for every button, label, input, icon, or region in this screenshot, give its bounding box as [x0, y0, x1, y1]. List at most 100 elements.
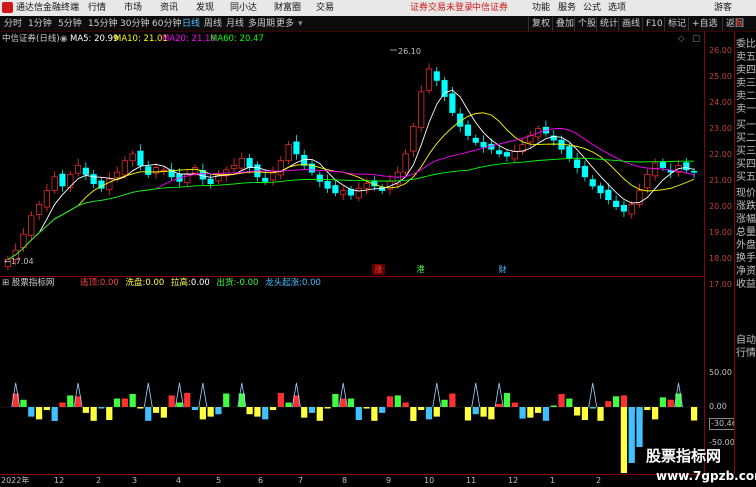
panel-item: 净资	[736, 266, 756, 277]
indicator-bar	[574, 407, 581, 416]
indicator-bar	[667, 399, 674, 407]
period-timeshare[interactable]: 分时	[4, 18, 22, 30]
period-more[interactable]: 更多	[276, 18, 294, 30]
indicator-bar	[464, 407, 472, 421]
indicator-bar	[480, 407, 487, 417]
menu-wealth-circle[interactable]: 财富圈	[274, 2, 301, 14]
add-favorite-button[interactable]: +自选	[688, 17, 721, 31]
period-30min[interactable]: 30分钟	[120, 18, 149, 30]
menu-formula[interactable]: 公式	[583, 2, 601, 14]
indicator-bar	[145, 407, 152, 421]
event-marker-finance[interactable]: 财	[496, 264, 509, 275]
event-marker-rise[interactable]: 涨	[372, 264, 385, 275]
indicator-bar	[620, 407, 628, 473]
menu-options[interactable]: 选项	[608, 2, 626, 14]
indicator-bar	[566, 398, 573, 407]
indicator-bar	[51, 407, 58, 421]
candle-body	[691, 170, 698, 173]
indicator-bar	[659, 397, 667, 407]
panel-item: 现价	[736, 188, 756, 199]
date-tick: 12	[54, 476, 65, 485]
high-price-label: 26.10	[398, 47, 421, 56]
period-weekly[interactable]: 周线	[204, 18, 222, 30]
period-15min[interactable]: 15分钟	[88, 18, 117, 30]
date-tick: 2022年	[1, 476, 30, 485]
adjust-button[interactable]: 复权	[528, 17, 553, 31]
period-5min[interactable]: 5分钟	[58, 18, 82, 30]
panel-item: 卖三	[736, 78, 756, 89]
panel-item[interactable]: 自动	[736, 334, 756, 347]
indicator-bar	[488, 407, 495, 420]
candle-body	[262, 177, 269, 182]
candle-body	[410, 125, 417, 152]
panel-item: 卖二	[736, 91, 756, 102]
indicator-bar	[90, 407, 97, 421]
indicator-bar	[254, 407, 261, 417]
indicator-bar	[511, 402, 518, 407]
event-marker-hk[interactable]: 港	[414, 264, 427, 275]
menu-service[interactable]: 服务	[558, 2, 576, 14]
candle-body	[316, 174, 323, 182]
app-name: 通达信金融终端	[16, 3, 80, 13]
candle-body	[441, 80, 448, 97]
indicator-bar	[581, 407, 589, 420]
menu-discover[interactable]: 发现	[196, 2, 214, 14]
menu-news[interactable]: 资讯	[160, 2, 178, 14]
menu-function[interactable]: 功能	[532, 2, 550, 14]
indicator-tick: 50.00	[709, 368, 732, 377]
indicator-bar	[394, 395, 401, 407]
candlestick-chart[interactable]: 26.10 17.04	[0, 32, 704, 276]
period-1min[interactable]: 1分钟	[28, 18, 52, 30]
leader-spike	[432, 382, 442, 408]
mark-button[interactable]: 标记	[664, 17, 689, 31]
period-60min[interactable]: 60分钟	[152, 18, 181, 30]
indicator-bar	[355, 407, 362, 420]
indicator-bar	[332, 393, 339, 407]
candle-body	[433, 71, 440, 81]
candle-body	[67, 174, 74, 188]
draw-line-button[interactable]: 画线	[618, 17, 643, 31]
indicator-bar	[246, 407, 253, 415]
broker-name[interactable]: 中信证券	[472, 2, 508, 14]
candle-body	[246, 158, 253, 168]
indicator-bar	[644, 407, 651, 410]
date-tick: 12	[508, 476, 519, 485]
candle-body	[191, 167, 199, 174]
menu-market[interactable]: 市场	[124, 2, 142, 14]
indicator-bar	[35, 407, 43, 420]
price-tick: 17.00	[709, 280, 732, 289]
candle-body	[574, 159, 581, 168]
price-tick: 26.00	[709, 46, 732, 55]
user-guest[interactable]: 游客	[714, 2, 732, 14]
indicator-bar	[191, 407, 199, 410]
watermark-url: www.7gpzb.com	[656, 469, 756, 483]
indicator-bar	[285, 402, 292, 407]
menu-tongxiaoda[interactable]: 同小达	[230, 2, 257, 14]
indicator-bar	[449, 393, 456, 407]
more-arrow-icon[interactable]: ▾	[298, 18, 303, 30]
panel-item[interactable]: 行情	[736, 347, 756, 360]
f10-button[interactable]: F10	[642, 17, 666, 31]
indicator-bar	[386, 396, 394, 407]
candle-body	[90, 174, 97, 185]
menu-quotes[interactable]: 行情	[88, 2, 106, 14]
indicator-bar	[301, 407, 308, 418]
indicator-chart[interactable]	[0, 277, 704, 474]
menu-trade[interactable]: 交易	[316, 2, 334, 14]
candle-body	[496, 150, 503, 155]
indicator-bar	[168, 395, 175, 407]
candle-body	[293, 141, 300, 155]
panel-level-icon[interactable]: L	[736, 16, 742, 29]
indicator-bar	[379, 407, 386, 413]
panel-item: 买二	[736, 133, 756, 144]
login-notice[interactable]: 证券交易未登录	[410, 2, 473, 14]
period-daily[interactable]: 日线	[182, 18, 200, 30]
leader-spike	[143, 382, 153, 408]
candle-body	[277, 160, 284, 176]
date-tick: 8	[342, 476, 348, 485]
period-multi[interactable]: 多周期	[248, 18, 275, 30]
period-monthly[interactable]: 月线	[226, 18, 244, 30]
indicator-bar	[59, 402, 66, 407]
indicator-bar	[184, 393, 191, 407]
back-button[interactable]: 返回	[722, 17, 747, 31]
